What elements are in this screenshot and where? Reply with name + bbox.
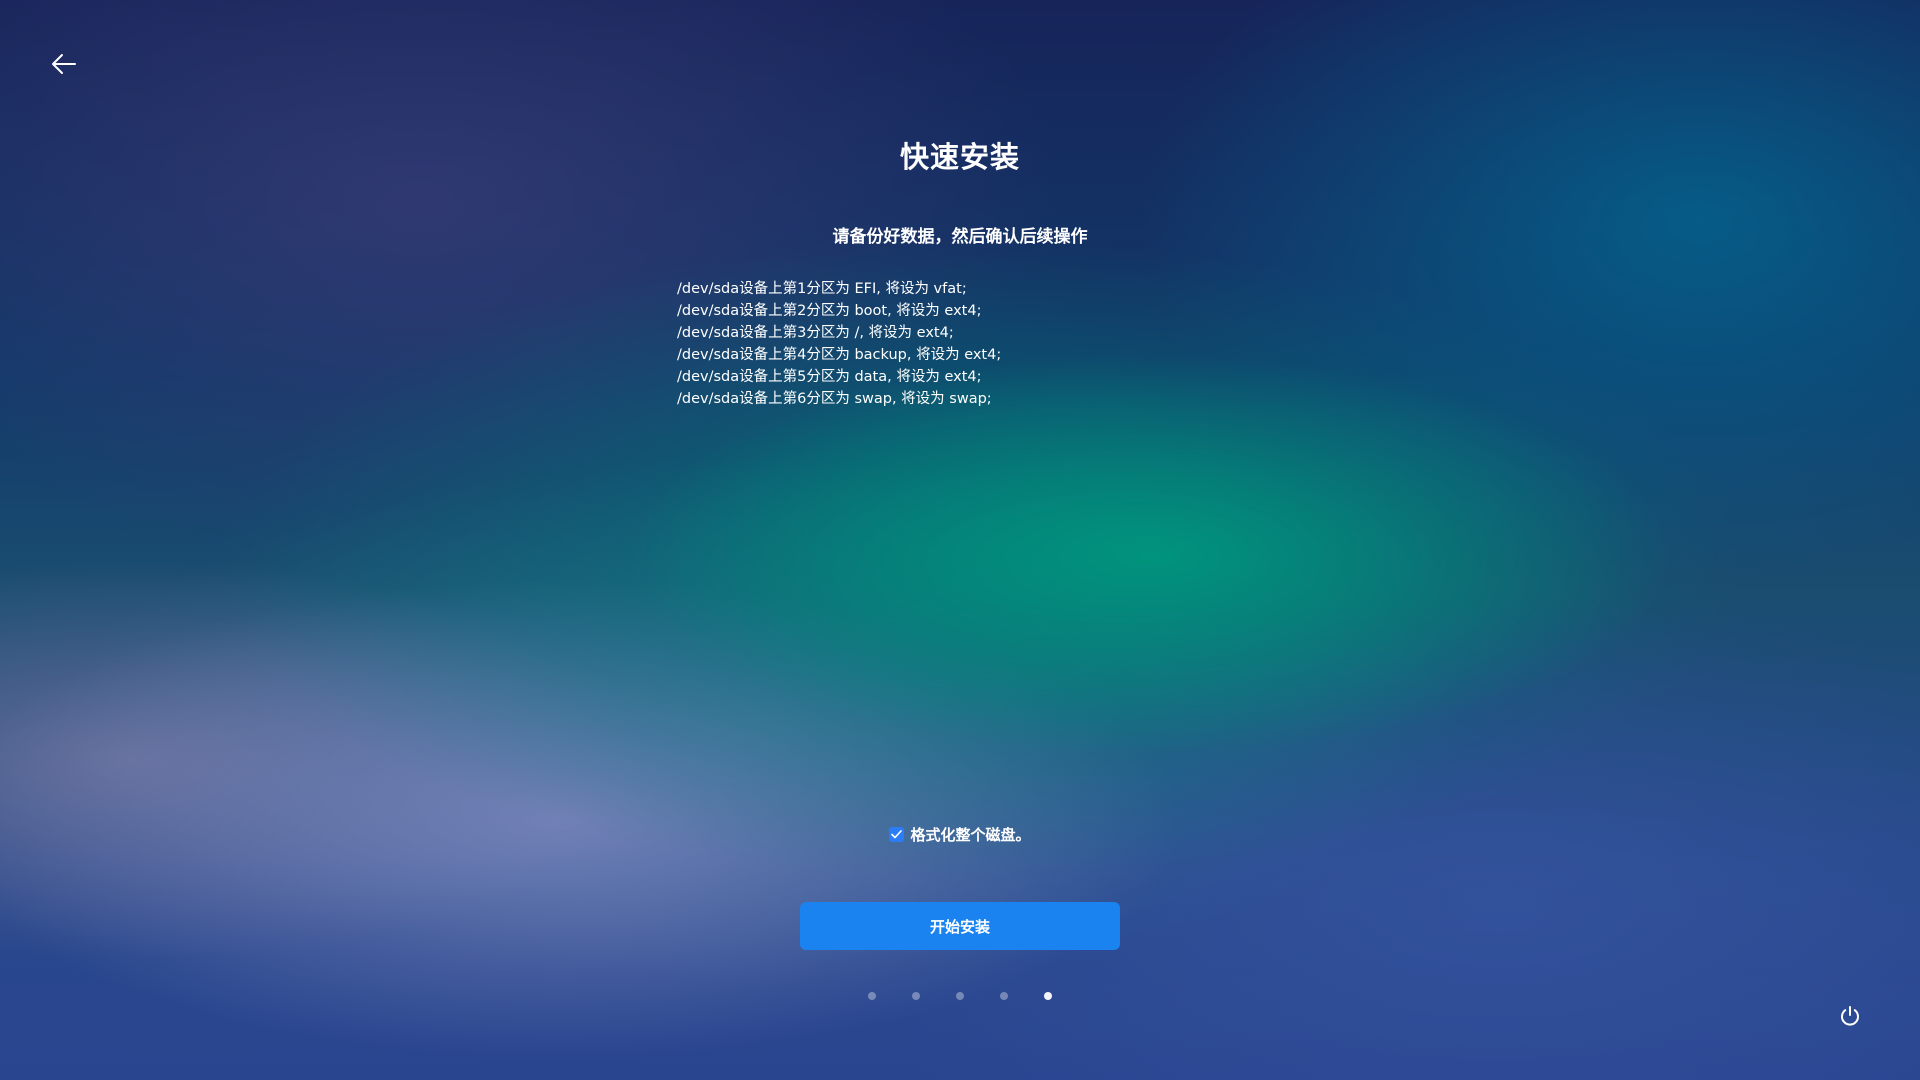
partition-item: /dev/sda设备上第6分区为 swap, 将设为 swap; [677, 391, 992, 407]
page-title: 快速安装 [899, 140, 1020, 174]
step-dot-1 [868, 992, 876, 1000]
partition-item: /dev/sda设备上第4分区为 backup, 将设为 ext4; [677, 347, 1002, 363]
partition-item: /dev/sda设备上第5分区为 data, 将设为 ext4; [677, 369, 982, 385]
arrow-left-icon [52, 54, 76, 74]
step-dot-4 [1000, 992, 1008, 1000]
start-install-button[interactable]: 开始安装 [800, 902, 1120, 950]
partition-item: /dev/sda设备上第1分区为 EFI, 将设为 vfat; [677, 281, 967, 297]
power-icon [1841, 1006, 1859, 1026]
partition-item: /dev/sda设备上第2分区为 boot, 将设为 ext4; [677, 303, 982, 319]
power-button[interactable] [1836, 1002, 1864, 1030]
partition-list: /dev/sda设备上第1分区为 EFI, 将设为 vfat; /dev/sda… [677, 278, 1001, 410]
step-dot-3 [956, 992, 964, 1000]
back-button[interactable] [48, 48, 80, 80]
step-dot-2 [912, 992, 920, 1000]
format-disk-label[interactable]: 格式化整个磁盘。 [910, 824, 1030, 845]
page-subtitle: 请备份好数据，然后确认后续操作 [832, 227, 1088, 247]
format-disk-option: 格式化整个磁盘。 [0, 824, 1920, 845]
partition-item: /dev/sda设备上第3分区为 /, 将设为 ext4; [677, 325, 954, 341]
step-indicator [0, 992, 1920, 1000]
format-disk-checkbox[interactable] [889, 827, 905, 842]
checkmark-icon [891, 830, 903, 839]
step-dot-5 [1044, 992, 1052, 1000]
